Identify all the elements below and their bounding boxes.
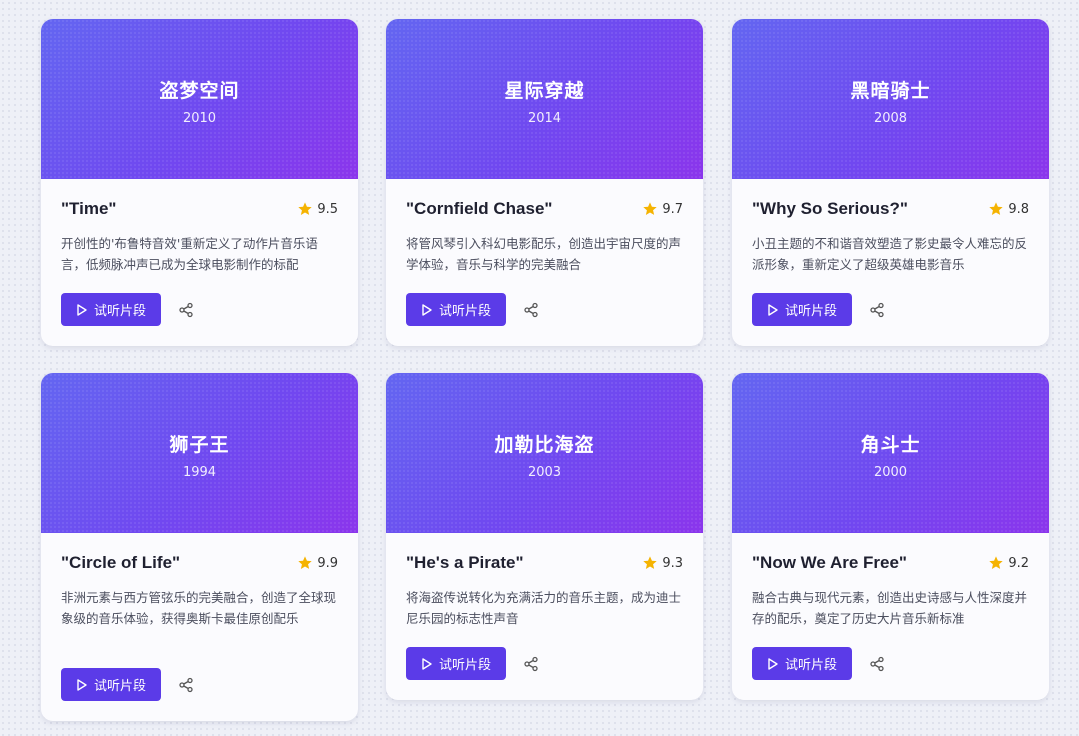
share-icon[interactable] [522, 655, 540, 673]
movie-year: 2003 [527, 465, 562, 480]
share-icon[interactable] [177, 301, 195, 319]
card-hero: 盗梦空间 2010 [41, 19, 358, 179]
description: 融合古典与现代元素，创造出史诗感与人性深度并存的配乐，奠定了历史大片音乐新标准 [752, 590, 1028, 626]
play-sample-label: 试听片段 [438, 658, 491, 673]
movie-year: 2008 [873, 111, 908, 126]
card-hero: 角斗士 2000 [732, 373, 1049, 533]
rating: 9.2 [988, 555, 1029, 571]
play-sample-label: 试听片段 [438, 304, 491, 319]
movie-title: 盗梦空间 [159, 80, 240, 102]
soundtrack-card: 星际穿越 2014 "Cornfield Chase" 9.7 将管风琴引入科幻… [386, 19, 703, 346]
rating: 9.9 [297, 555, 338, 571]
play-sample-label: 试听片段 [784, 304, 837, 319]
rating-value: 9.5 [317, 201, 338, 217]
soundtrack-card: 狮子王 1994 "Circle of Life" 9.9 非洲元素与西方管弦乐… [41, 373, 358, 721]
movie-year: 2014 [527, 111, 562, 126]
star-icon [989, 202, 1003, 215]
share-icon[interactable] [522, 301, 540, 319]
rating-value: 9.8 [1008, 201, 1029, 217]
play-sample-button[interactable]: 试听片段 [406, 647, 506, 680]
movie-title: 狮子王 [169, 434, 230, 456]
description: 小丑主题的不和谐音效塑造了影史最令人难忘的反派形象，重新定义了超级英雄电影音乐 [752, 236, 1028, 272]
card-hero: 加勒比海盗 2003 [386, 373, 703, 533]
play-sample-label: 试听片段 [784, 658, 837, 673]
rating-value: 9.7 [662, 201, 683, 217]
movie-title: 黑暗骑士 [850, 80, 931, 102]
star-icon [643, 556, 657, 569]
track-title: "Why So Serious?" [752, 199, 908, 218]
play-icon [768, 303, 778, 316]
rating-value: 9.3 [662, 555, 683, 571]
soundtrack-card: 盗梦空间 2010 "Time" 9.5 开创性的'布鲁特音效'重新定义了动作片… [41, 19, 358, 346]
play-sample-button[interactable]: 试听片段 [406, 293, 506, 326]
movie-title: 角斗士 [860, 434, 921, 456]
movie-title: 加勒比海盗 [494, 434, 595, 456]
description: 开创性的'布鲁特音效'重新定义了动作片音乐语言，低频脉冲声已成为全球电影制作的标… [61, 236, 318, 272]
soundtrack-card-grid: 盗梦空间 2010 "Time" 9.5 开创性的'布鲁特音效'重新定义了动作片… [0, 0, 1079, 736]
play-sample-button[interactable]: 试听片段 [61, 668, 161, 701]
description: 将海盗传说转化为充满活力的音乐主题，成为迪士尼乐园的标志性声音 [406, 590, 682, 626]
play-sample-button[interactable]: 试听片段 [752, 293, 852, 326]
card-hero: 黑暗骑士 2008 [732, 19, 1049, 179]
card-hero: 星际穿越 2014 [386, 19, 703, 179]
star-icon [298, 202, 312, 215]
movie-year: 2010 [182, 111, 217, 126]
rating: 9.5 [297, 201, 338, 217]
movie-title: 星际穿越 [504, 80, 585, 102]
play-sample-button[interactable]: 试听片段 [61, 293, 161, 326]
play-icon [77, 303, 87, 316]
track-title: "He's a Pirate" [406, 553, 524, 572]
rating: 9.8 [988, 201, 1029, 217]
track-title: "Time" [61, 199, 117, 218]
star-icon [989, 556, 1003, 569]
soundtrack-card: 角斗士 2000 "Now We Are Free" 9.2 融合古典与现代元素… [732, 373, 1049, 700]
share-icon[interactable] [177, 676, 195, 694]
track-title: "Circle of Life" [61, 553, 181, 572]
star-icon [298, 556, 312, 569]
share-icon[interactable] [868, 655, 886, 673]
track-title: "Now We Are Free" [752, 553, 907, 572]
play-icon [422, 657, 432, 670]
play-sample-label: 试听片段 [93, 304, 146, 319]
description: 非洲元素与西方管弦乐的完美融合，创造了全球现象级的音乐体验，获得奥斯卡最佳原创配… [61, 590, 337, 626]
rating-value: 9.2 [1008, 555, 1029, 571]
movie-year: 1994 [182, 465, 217, 480]
rating-value: 9.9 [317, 555, 338, 571]
track-title: "Cornfield Chase" [406, 199, 553, 218]
play-icon [768, 657, 778, 670]
play-icon [77, 678, 87, 691]
soundtrack-card: 加勒比海盗 2003 "He's a Pirate" 9.3 将海盗传说转化为充… [386, 373, 703, 700]
share-icon[interactable] [868, 301, 886, 319]
star-icon [643, 202, 657, 215]
rating: 9.7 [642, 201, 683, 217]
movie-year: 2000 [873, 465, 908, 480]
description: 将管风琴引入科幻电影配乐，创造出宇宙尺度的声学体验，音乐与科学的完美融合 [406, 236, 682, 272]
soundtrack-card: 黑暗骑士 2008 "Why So Serious?" 9.8 小丑主题的不和谐… [732, 19, 1049, 346]
rating: 9.3 [642, 555, 683, 571]
play-icon [422, 303, 432, 316]
card-hero: 狮子王 1994 [41, 373, 358, 533]
play-sample-label: 试听片段 [93, 679, 146, 694]
play-sample-button[interactable]: 试听片段 [752, 647, 852, 680]
